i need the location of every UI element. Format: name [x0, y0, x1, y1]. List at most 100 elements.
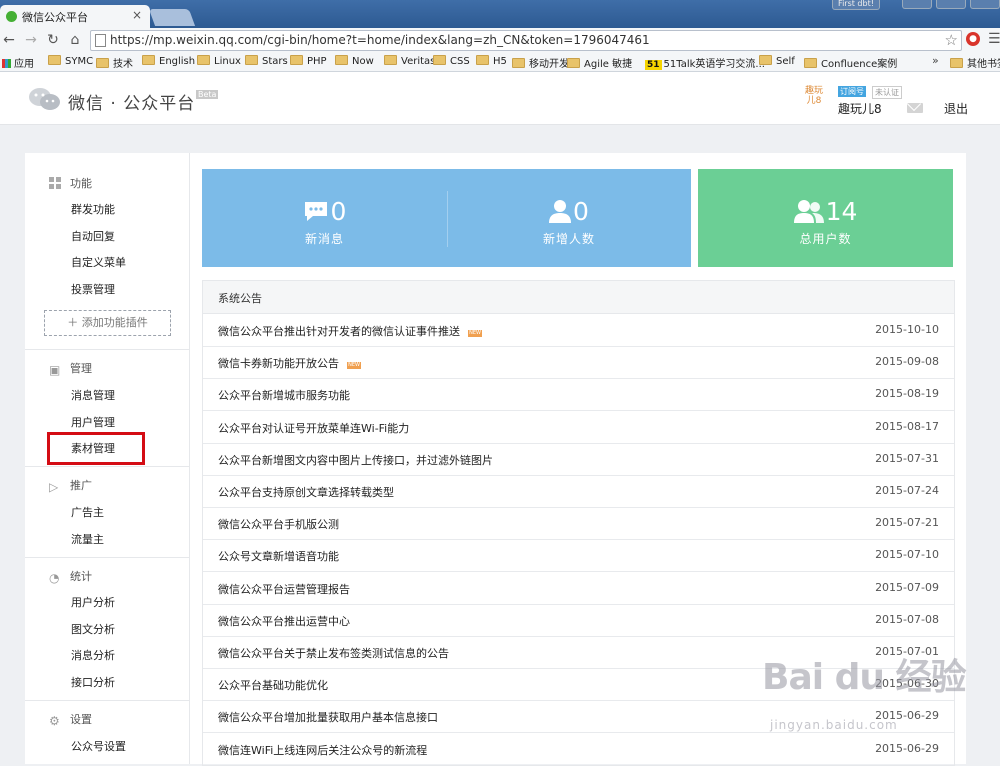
sidebar-item[interactable]: 公众号设置: [71, 738, 126, 754]
new-tab-button[interactable]: [148, 9, 196, 26]
folder-icon: [567, 58, 580, 68]
sidebar-item[interactable]: 用户分析: [71, 594, 115, 610]
announcement-row[interactable]: 公众号文章新增语音功能 2015-07-10: [203, 539, 954, 573]
announcement-title[interactable]: 微信公众平台增加批量获取用户基本信息接口: [218, 709, 438, 725]
bookmark-item[interactable]: 移动开发: [512, 55, 569, 70]
announcement-row[interactable]: 微信公众平台推出针对开发者的微信认证事件推送 NEW 2015-10-10: [203, 314, 954, 347]
bookmark-item[interactable]: 51 51Talk英语学习交流...: [645, 55, 765, 70]
sidebar-item[interactable]: 消息管理: [71, 387, 115, 403]
total-users-count: 14: [825, 197, 858, 226]
more-bookmarks-icon[interactable]: »: [932, 54, 939, 67]
announcement-title[interactable]: 公众平台对认证号开放菜单连Wi-Fi能力: [218, 420, 409, 436]
sidebar-item[interactable]: 用户管理: [71, 414, 115, 430]
announcements-header: 系统公告: [203, 281, 954, 314]
bookmark-item[interactable]: Stars: [245, 55, 288, 67]
announcement-date: 2015-08-17: [875, 419, 939, 433]
wechat-logo-icon[interactable]: [28, 87, 62, 114]
announcement-title-text: 微信卡券新功能开放公告: [218, 357, 339, 371]
announcement-title[interactable]: 公众号文章新增语音功能: [218, 548, 339, 564]
bookmark-item[interactable]: SYMC: [48, 55, 93, 67]
announcement-title[interactable]: 微信公众平台关于禁止发布签类测试信息的公告: [218, 645, 449, 661]
url-text[interactable]: https://mp.weixin.qq.com/cgi-bin/home?t=…: [110, 33, 650, 47]
announcement-title-text: 公众平台新增城市服务功能: [218, 389, 350, 403]
bookmark-item[interactable]: Now: [335, 55, 374, 67]
sidebar-item[interactable]: 消息分析: [71, 647, 115, 663]
announcement-title[interactable]: 微信公众平台推出运营中心: [218, 613, 350, 629]
announcement-title[interactable]: 公众平台支持原创文章选择转载类型: [218, 484, 394, 500]
announcement-row[interactable]: 公众平台新增城市服务功能 2015-08-19: [203, 378, 954, 412]
announcement-row[interactable]: 公众平台新增图文内容中图片上传接口，并过滤外链图片 2015-07-31: [203, 443, 954, 476]
mail-icon[interactable]: [907, 103, 923, 113]
announcement-title[interactable]: 微信公众平台运营管理报告: [218, 581, 350, 597]
sidebar-item[interactable]: 流量主: [71, 531, 104, 547]
announcement-title[interactable]: 微信公众平台手机版公测: [218, 516, 339, 532]
sidebar-item[interactable]: 投票管理: [71, 281, 115, 297]
bookmark-item[interactable]: 应用: [2, 55, 34, 70]
folder-icon: [48, 55, 61, 65]
announcement-row[interactable]: 微信公众平台推出运营中心 2015-07-08: [203, 604, 954, 637]
stat-new-messages[interactable]: 0 新消息: [202, 169, 447, 267]
sidebar-item[interactable]: 自定义菜单: [71, 254, 126, 270]
home-icon[interactable]: ⌂: [66, 32, 84, 48]
browser-user-badge[interactable]: First dbt!: [832, 0, 880, 10]
extension-icon[interactable]: ●: [966, 32, 980, 46]
sidebar-item[interactable]: 群发功能: [71, 201, 115, 217]
bookmark-item[interactable]: Confluence案例: [804, 55, 897, 70]
forward-icon[interactable]: →: [22, 32, 40, 48]
bookmark-item[interactable]: English: [142, 55, 195, 67]
announcement-title[interactable]: 微信公众平台推出针对开发者的微信认证事件推送 NEW: [218, 323, 482, 339]
announcement-row[interactable]: 微信连WiFi上线连网后关注公众号的新流程 2015-06-29: [203, 733, 954, 765]
bookmark-item[interactable]: H5: [476, 55, 507, 67]
brand-title[interactable]: 微信 · 公众平台: [68, 89, 195, 114]
wechat-favicon-icon: [6, 11, 17, 22]
stat-new-followers[interactable]: 0 新增人数: [447, 169, 691, 267]
account-avatar[interactable]: 趣玩儿8: [802, 86, 826, 112]
bookmark-label: English: [159, 56, 196, 67]
bookmark-item[interactable]: PHP: [290, 55, 327, 67]
announcement-row[interactable]: 微信公众平台运营管理报告 2015-07-09: [203, 572, 954, 605]
sidebar-item[interactable]: 广告主: [71, 504, 104, 520]
other-bookmarks[interactable]: 其他书签: [950, 55, 1000, 70]
tab-title: 微信公众平台: [22, 11, 88, 24]
bookmark-item[interactable]: 技术: [96, 55, 133, 70]
tab-close-icon[interactable]: ×: [132, 8, 142, 22]
sidebar-item[interactable]: 接口分析: [71, 674, 115, 690]
menu-icon[interactable]: ☰: [988, 31, 1000, 47]
watermark-url: jingyan.baidu.com: [770, 718, 898, 732]
reload-icon[interactable]: ↻: [44, 32, 62, 48]
sidebar-section-4: ⚙ 设置: [49, 711, 92, 727]
announcement-title[interactable]: 微信卡券新功能开放公告 NEW: [218, 355, 361, 371]
maximize-button[interactable]: [936, 0, 966, 9]
logout-link[interactable]: 退出: [944, 100, 968, 117]
bookmark-item[interactable]: Veritas: [384, 55, 435, 67]
minimize-button[interactable]: [902, 0, 932, 9]
back-icon[interactable]: ←: [0, 32, 18, 48]
announcement-title[interactable]: 公众平台新增城市服务功能: [218, 387, 350, 403]
new-messages-count: 0: [330, 197, 347, 226]
announcement-title-text: 微信公众平台推出运营中心: [218, 614, 350, 628]
account-name[interactable]: 趣玩儿8: [838, 100, 882, 117]
announcement-row[interactable]: 微信公众平台手机版公测 2015-07-21: [203, 507, 954, 541]
announcement-title[interactable]: 微信连WiFi上线连网后关注公众号的新流程: [218, 742, 427, 758]
bookmark-label: Now: [352, 56, 374, 67]
stat-total-users[interactable]: 14 总用户数: [698, 169, 953, 267]
verification-badge[interactable]: 未认证: [872, 86, 902, 99]
add-plugin-button[interactable]: ＋ 添加功能插件: [44, 310, 171, 336]
address-bar[interactable]: https://mp.weixin.qq.com/cgi-bin/home?t=…: [90, 30, 962, 51]
announcement-date: 2015-07-10: [875, 548, 939, 562]
browser-tab[interactable]: 微信公众平台 ×: [0, 5, 150, 28]
announcement-title[interactable]: 公众平台新增图文内容中图片上传接口，并过滤外链图片: [218, 452, 493, 468]
announcement-row[interactable]: 微信卡券新功能开放公告 NEW 2015-09-08: [203, 346, 954, 380]
announcement-row[interactable]: 公众平台支持原创文章选择转载类型 2015-07-24: [203, 475, 954, 508]
sidebar-item[interactable]: 自动回复: [71, 228, 115, 244]
sidebar-section-title: 统计: [70, 570, 92, 583]
bookmark-item[interactable]: Linux: [197, 55, 241, 67]
bookmark-item[interactable]: Agile 敏捷: [567, 55, 632, 70]
bookmark-star-icon[interactable]: ☆: [945, 31, 958, 49]
sidebar-item[interactable]: 图文分析: [71, 621, 115, 637]
bookmark-item[interactable]: Self: [759, 55, 795, 67]
close-window-button[interactable]: [970, 0, 1000, 9]
announcement-title[interactable]: 公众平台基础功能优化: [218, 677, 328, 693]
announcement-row[interactable]: 公众平台对认证号开放菜单连Wi-Fi能力 2015-08-17: [203, 411, 954, 444]
bookmark-item[interactable]: CSS: [433, 55, 470, 67]
